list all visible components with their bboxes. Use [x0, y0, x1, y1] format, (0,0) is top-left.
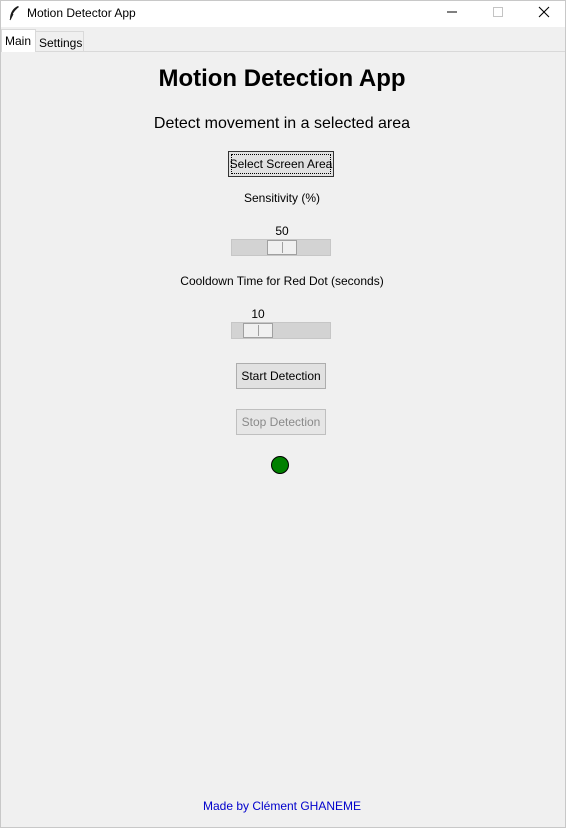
maximize-icon	[492, 5, 504, 23]
close-icon	[538, 5, 550, 23]
tab-settings[interactable]: Settings	[36, 31, 84, 51]
stop-detection-button: Stop Detection	[236, 409, 326, 435]
sensitivity-label: Sensitivity (%)	[243, 191, 320, 205]
start-detection-button[interactable]: Start Detection	[236, 363, 326, 389]
page-subtitle: Detect movement in a selected area	[153, 115, 411, 132]
sensitivity-slider[interactable]	[231, 239, 331, 256]
cooldown-slider[interactable]	[231, 322, 331, 339]
cooldown-label: Cooldown Time for Red Dot (seconds)	[180, 274, 384, 288]
minimize-button[interactable]	[429, 1, 475, 27]
title-bar[interactable]: Motion Detector App	[1, 1, 565, 27]
minimize-icon	[446, 5, 458, 23]
slider-notch	[282, 242, 283, 253]
tab-main-label: Main	[5, 34, 32, 48]
close-button[interactable]	[521, 1, 566, 27]
page-title: Motion Detection App	[158, 65, 406, 92]
tab-panel-border	[1, 51, 565, 52]
sensitivity-slider-handle[interactable]	[267, 240, 297, 255]
app-window: Motion Detector App Main Settings Motion…	[0, 0, 566, 828]
status-indicator-dot	[271, 456, 289, 474]
sensitivity-value: 50	[275, 224, 289, 238]
tab-settings-label: Settings	[39, 36, 83, 50]
cooldown-value: 10	[251, 307, 265, 321]
maximize-button[interactable]	[475, 1, 521, 27]
tab-bar: Main Settings	[1, 27, 565, 52]
footer-credit: Made by Clément GHANEME	[202, 799, 362, 813]
window-title: Motion Detector App	[27, 6, 136, 20]
tab-main[interactable]: Main	[1, 29, 36, 52]
select-screen-area-button[interactable]: Select Screen Area	[228, 151, 334, 177]
cooldown-slider-handle[interactable]	[243, 323, 273, 338]
slider-notch	[258, 325, 259, 336]
feather-icon	[7, 5, 21, 21]
